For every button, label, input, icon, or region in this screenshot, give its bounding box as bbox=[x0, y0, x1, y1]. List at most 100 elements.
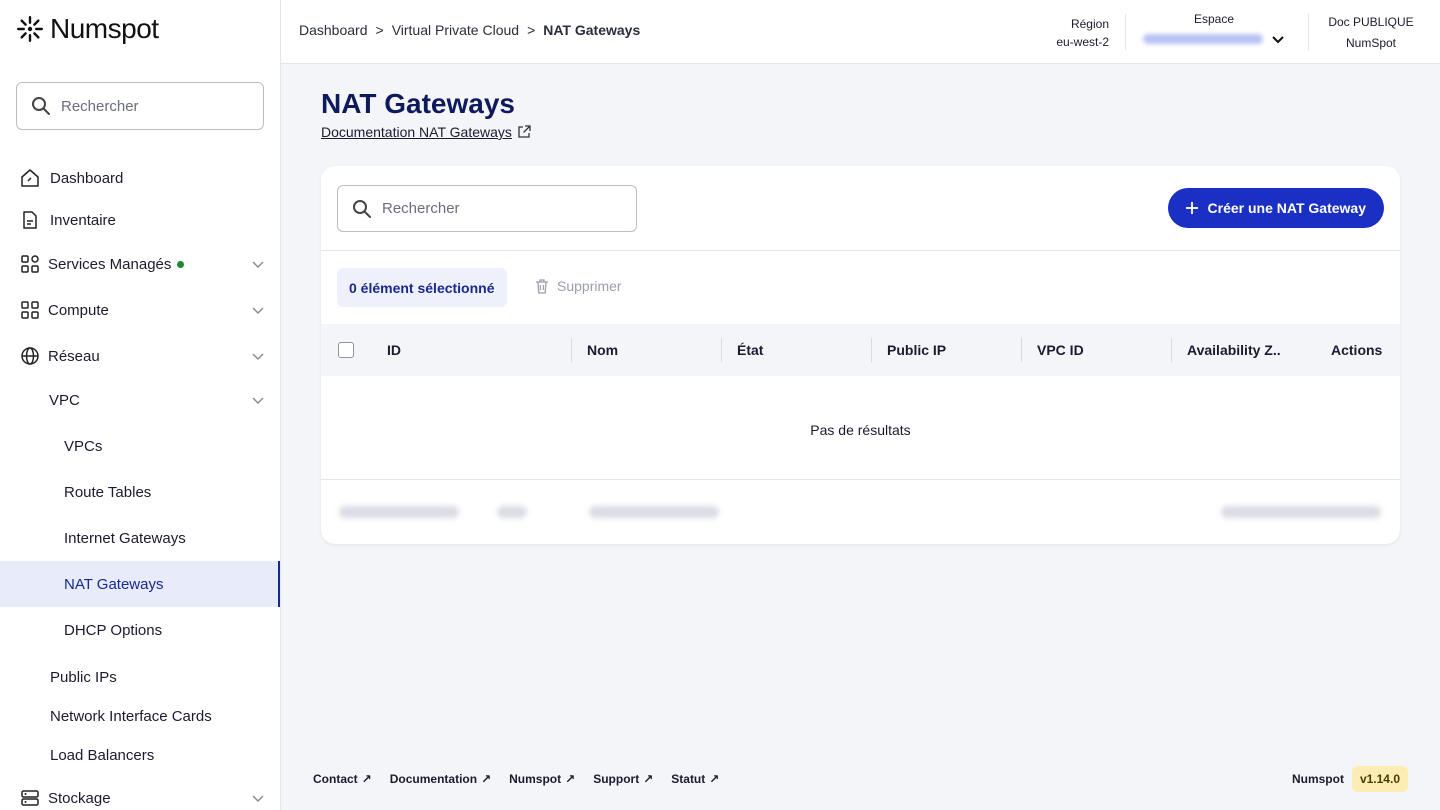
column-header-availability-zone[interactable]: Availability Z.. bbox=[1187, 324, 1281, 376]
arrow-up-right-icon: ↗ bbox=[709, 772, 720, 786]
selected-count-badge: 0 élément sélectionné bbox=[337, 268, 507, 307]
sidebar-item-route-tables[interactable]: Route Tables bbox=[0, 472, 280, 512]
footer-link-label: Statut bbox=[671, 772, 706, 786]
select-all-checkbox[interactable] bbox=[338, 342, 354, 358]
footer-link-label: Numspot bbox=[509, 772, 562, 786]
column-header-etat[interactable]: État bbox=[737, 324, 763, 376]
sidebar-item-reseau[interactable]: Réseau bbox=[0, 336, 280, 376]
chevron-down-icon[interactable] bbox=[250, 790, 266, 806]
delete-button-label: Supprimer bbox=[557, 278, 622, 294]
sidebar-item-label: Services Managés bbox=[48, 255, 172, 273]
doc-label: Doc PUBLIQUE bbox=[1328, 15, 1414, 29]
divider bbox=[321, 250, 1400, 251]
column-header-vpc-id[interactable]: VPC ID bbox=[1037, 324, 1084, 376]
sidebar-item-label: Internet Gateways bbox=[64, 529, 186, 547]
sidebar-item-label: Public IPs bbox=[50, 668, 117, 686]
table-header: ID Nom État Public IP VPC ID Availabilit… bbox=[321, 324, 1400, 376]
sidebar-item-vpc[interactable]: VPC bbox=[0, 380, 280, 420]
empty-state-text: Pas de résultats bbox=[810, 422, 911, 438]
sidebar-item-nat-gateways[interactable]: NAT Gateways bbox=[0, 561, 280, 607]
sidebar-item-dhcp-options[interactable]: DHCP Options bbox=[0, 610, 280, 650]
grid-icon bbox=[20, 254, 40, 274]
doc-info: Doc PUBLIQUE NumSpot bbox=[1321, 12, 1421, 54]
sidebar-item-services-manages[interactable]: Services Managés bbox=[0, 244, 280, 284]
footer-link-label: Contact bbox=[313, 772, 358, 786]
sidebar-item-label: Dashboard bbox=[50, 169, 124, 187]
chevron-down-icon[interactable] bbox=[250, 256, 266, 272]
plus-icon bbox=[1185, 202, 1198, 214]
table-search-input[interactable] bbox=[382, 200, 612, 217]
apps-icon bbox=[20, 300, 40, 320]
divider bbox=[1125, 14, 1126, 50]
table-search-field[interactable] bbox=[337, 185, 637, 232]
column-resizer[interactable] bbox=[571, 338, 572, 362]
footer-version: Numspot v1.14.0 bbox=[1292, 766, 1408, 792]
chevron-down-icon bbox=[1272, 36, 1284, 44]
sidebar-item-label: Réseau bbox=[48, 347, 100, 365]
column-header-public-ip[interactable]: Public IP bbox=[887, 324, 946, 376]
documentation-link[interactable]: Documentation NAT Gateways bbox=[321, 124, 531, 140]
column-header-id[interactable]: ID bbox=[387, 324, 401, 376]
sidebar-item-stockage[interactable]: Stockage bbox=[0, 778, 280, 810]
doc-value: NumSpot bbox=[1345, 36, 1397, 50]
trash-icon bbox=[536, 279, 548, 294]
arrow-up-right-icon: ↗ bbox=[643, 772, 654, 786]
search-icon bbox=[353, 199, 371, 218]
breadcrumb-virtual-private-cloud[interactable]: Virtual Private Cloud bbox=[392, 22, 519, 38]
home-icon bbox=[20, 168, 40, 188]
breadcrumb: Dashboard > Virtual Private Cloud > NAT … bbox=[299, 22, 640, 38]
sidebar-item-vpcs[interactable]: VPCs bbox=[0, 426, 280, 466]
region-info: Région eu-west-2 bbox=[1049, 15, 1109, 51]
numspot-logo-icon bbox=[17, 16, 43, 42]
footer-link-numspot[interactable]: Numspot ↗ bbox=[509, 772, 575, 786]
storage-icon bbox=[20, 788, 40, 808]
sidebar-item-label: VPC bbox=[49, 391, 80, 409]
sidebar-item-dashboard[interactable]: Dashboard bbox=[0, 158, 280, 198]
sidebar-item-inventaire[interactable]: Inventaire bbox=[0, 200, 280, 240]
footer-link-contact[interactable]: Contact ↗ bbox=[313, 772, 372, 786]
search-icon bbox=[32, 97, 50, 115]
numspot-logo[interactable]: Numspot bbox=[16, 12, 159, 46]
chevron-down-icon[interactable] bbox=[250, 302, 266, 318]
sidebar-item-label: NAT Gateways bbox=[64, 575, 164, 593]
arrow-up-right-icon: ↗ bbox=[481, 772, 492, 786]
espace-value-redacted bbox=[1143, 34, 1263, 44]
sidebar-item-label: Stockage bbox=[48, 789, 111, 807]
external-link-icon bbox=[518, 125, 531, 138]
chevron-down-icon[interactable] bbox=[250, 348, 266, 364]
sidebar-item-public-ips[interactable]: Public IPs bbox=[0, 657, 280, 697]
footer-link-statut[interactable]: Statut ↗ bbox=[671, 772, 719, 786]
column-header-nom[interactable]: Nom bbox=[587, 324, 618, 376]
chevron-down-icon[interactable] bbox=[250, 392, 266, 408]
espace-selector[interactable]: Espace bbox=[1139, 12, 1289, 46]
arrow-up-right-icon: ↗ bbox=[565, 772, 576, 786]
sidebar-item-label: Load Balancers bbox=[50, 746, 155, 764]
sidebar-item-label: Compute bbox=[48, 301, 109, 319]
pagination-blurred bbox=[589, 506, 719, 518]
sidebar-item-internet-gateways[interactable]: Internet Gateways bbox=[0, 518, 280, 558]
sidebar-item-label: Network Interface Cards bbox=[50, 707, 212, 725]
column-header-actions: Actions bbox=[1331, 342, 1383, 358]
sidebar-search-input[interactable] bbox=[61, 97, 241, 115]
footer-link-label: Documentation bbox=[389, 772, 478, 786]
column-resizer[interactable] bbox=[1171, 338, 1172, 362]
sidebar-item-label: DHCP Options bbox=[64, 621, 163, 639]
column-resizer[interactable] bbox=[871, 338, 872, 362]
footer-link-documentation[interactable]: Documentation ↗ bbox=[390, 772, 491, 786]
sidebar-search-field[interactable] bbox=[16, 82, 264, 130]
espace-dropdown[interactable] bbox=[1139, 32, 1289, 46]
delete-button[interactable]: Supprimer bbox=[535, 278, 622, 294]
sidebar-item-compute[interactable]: Compute bbox=[0, 290, 280, 330]
column-resizer[interactable] bbox=[721, 338, 722, 362]
sidebar-item-network-interface-cards[interactable]: Network Interface Cards bbox=[0, 696, 280, 736]
create-nat-gateway-button[interactable]: Créer une NAT Gateway bbox=[1167, 188, 1384, 228]
document-icon bbox=[20, 210, 40, 230]
breadcrumb-dashboard[interactable]: Dashboard bbox=[299, 22, 368, 38]
sidebar-item-load-balancers[interactable]: Load Balancers bbox=[0, 735, 280, 775]
footer-link-support[interactable]: Support ↗ bbox=[593, 772, 653, 786]
sidebar-item-label: VPCs bbox=[64, 437, 103, 455]
sidebar: Numspot Dashboard Inventaire Services Ma… bbox=[0, 0, 281, 810]
column-resizer[interactable] bbox=[1021, 338, 1022, 362]
status-dot bbox=[177, 260, 185, 268]
pagination-blurred bbox=[1221, 506, 1381, 518]
